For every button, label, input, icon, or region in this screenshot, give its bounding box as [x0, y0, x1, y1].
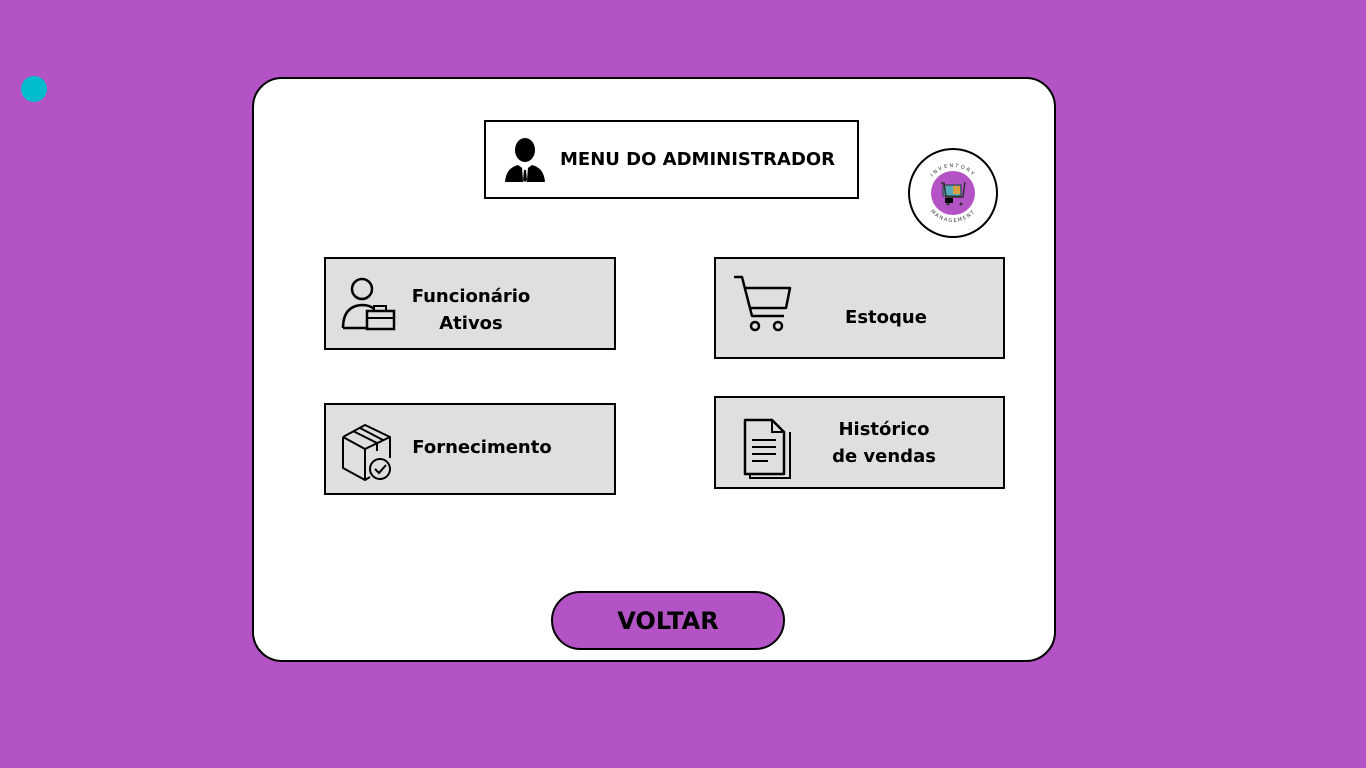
employee-briefcase-icon: [341, 277, 396, 331]
inventory-management-logo: INVENTORY MANAGEMENT: [908, 148, 998, 238]
page-title: MENU DO ADMINISTRADOR: [560, 149, 836, 170]
fornecimento-button[interactable]: Fornecimento: [324, 403, 616, 495]
shopping-cart-icon: [734, 275, 792, 332]
historico-label-line2: de vendas: [832, 446, 936, 467]
historico-label-line1: Histórico: [838, 419, 930, 440]
estoque-button[interactable]: Estoque: [714, 257, 1005, 359]
document-icon: [743, 418, 791, 479]
funcionario-label-line2: Ativos: [439, 313, 503, 334]
historico-vendas-button[interactable]: Histórico de vendas: [714, 396, 1005, 489]
fornecimento-label: Fornecimento: [412, 437, 552, 458]
funcionarios-ativos-button[interactable]: Funcionário Ativos: [324, 257, 616, 350]
status-dot: [21, 76, 47, 102]
box-check-icon: [342, 424, 391, 481]
estoque-label: Estoque: [845, 307, 927, 328]
funcionario-label-line1: Funcionário: [411, 286, 531, 307]
admin-user-icon: [505, 137, 545, 183]
page-title-box: MENU DO ADMINISTRADOR: [484, 120, 859, 199]
voltar-button[interactable]: VOLTAR: [551, 591, 785, 650]
